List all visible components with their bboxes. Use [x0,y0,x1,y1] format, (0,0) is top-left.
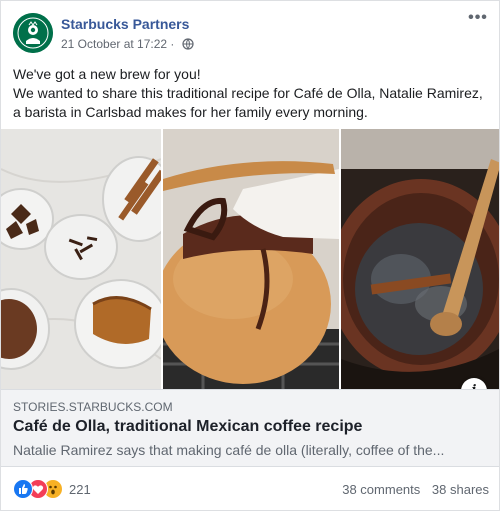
globe-icon[interactable] [182,38,194,53]
brewing-pot-photo [341,129,499,389]
post-footer: 221 38 comments 38 shares [13,479,489,499]
clay-pot-photo [163,129,339,389]
post-text: We've got a new brew for you! We wanted … [13,65,489,122]
post-meta: 21 October at 17:22 · [61,37,194,53]
page-avatar[interactable] [13,13,53,53]
link-preview[interactable]: STORIES.STARBUCKS.COM Café de Olla, trad… [1,389,499,467]
like-icon [13,479,33,499]
link-domain: STORIES.STARBUCKS.COM [13,400,173,414]
link-description: Natalie Ramirez says that making café de… [13,442,445,458]
more-options-icon[interactable]: ••• [465,10,491,31]
reaction-count[interactable]: 221 [69,482,91,497]
spices-bowls-photo [1,129,161,389]
post-timestamp[interactable]: 21 October at 17:22 [61,37,167,51]
shares-count[interactable]: 38 shares [432,482,489,497]
link-title[interactable]: Café de Olla, traditional Mexican coffee… [13,418,362,436]
page-name-link[interactable]: Starbucks Partners [61,16,189,32]
starbucks-logo [13,13,53,53]
post-header: Starbucks Partners 21 October at 17:22 ·… [13,10,491,57]
post-text-line-2: We wanted to share this traditional reci… [13,85,483,120]
link-preview-image[interactable]: i [1,129,499,404]
meta-separator: · [170,37,175,51]
post-text-line-1: We've got a new brew for you! [13,66,201,82]
comments-count[interactable]: 38 comments [342,482,420,497]
engagement-counts: 38 comments 38 shares [334,482,489,497]
facebook-post: Starbucks Partners 21 October at 17:22 ·… [0,0,500,511]
